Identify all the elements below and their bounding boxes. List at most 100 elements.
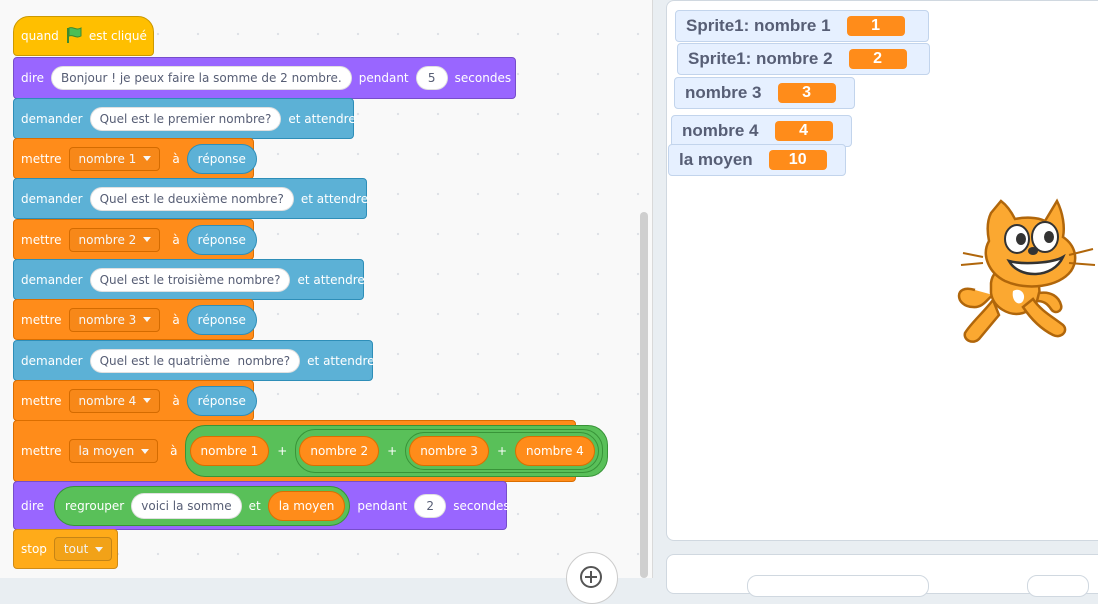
- scratch-cat-sprite[interactable]: [953, 195, 1098, 350]
- variable-dropdown[interactable]: nombre 1: [68, 146, 161, 171]
- monitor-label: Sprite1: nombre 1: [686, 16, 831, 35]
- variable-monitor[interactable]: Sprite1: nombre 1 1: [675, 10, 929, 42]
- stop-block[interactable]: stop tout: [13, 529, 118, 569]
- dropdown-value: nombre 1: [78, 151, 137, 166]
- answer-reporter[interactable]: réponse: [186, 224, 257, 255]
- monitor-label: nombre 4: [682, 121, 759, 140]
- say-secs-input[interactable]: 5: [415, 66, 448, 90]
- variable-dropdown[interactable]: nombre 2: [68, 227, 161, 252]
- variable-monitor[interactable]: nombre 3 3: [674, 77, 855, 109]
- ask-and-wait-block[interactable]: demander Quel est le troisième nombre? e…: [13, 259, 365, 300]
- set-variable-block[interactable]: mettre la moyen à nombre 1 + nombre 2 + …: [13, 420, 608, 482]
- ask-and-wait-block[interactable]: demander Quel est le quatrième nombre? e…: [13, 340, 375, 381]
- ask-and-wait-block[interactable]: demander Quel est le deuxième nombre? et…: [13, 178, 369, 219]
- monitor-value: 2: [848, 49, 907, 69]
- set-variable-block[interactable]: mettre nombre 1 à réponse: [13, 138, 257, 179]
- variable-reporter[interactable]: nombre 2: [299, 436, 380, 466]
- block-label: mettre: [21, 232, 62, 247]
- say-for-secs-block[interactable]: dire Bonjour ! je peux faire la somme de…: [13, 57, 516, 99]
- when-flag-clicked-block[interactable]: quand est cliqué: [13, 16, 154, 56]
- monitor-value: 10: [768, 150, 827, 170]
- block-label: mettre: [21, 151, 62, 166]
- stop-option-dropdown[interactable]: tout: [53, 537, 113, 561]
- set-variable-block[interactable]: mettre nombre 3 à réponse: [13, 299, 257, 340]
- panel-field[interactable]: [1027, 575, 1089, 597]
- monitor-value: 4: [774, 121, 833, 141]
- variable-reporter[interactable]: la moyen: [267, 490, 346, 521]
- monitor-label: Sprite1: nombre 2: [688, 49, 833, 68]
- say-secs-input[interactable]: 2: [414, 493, 447, 518]
- block-label: secondes: [454, 71, 512, 85]
- set-variable-block[interactable]: mettre nombre 4 à réponse: [13, 380, 257, 421]
- ask-and-wait-block[interactable]: demander Quel est le premier nombre? et …: [13, 98, 356, 139]
- set-variable-block[interactable]: mettre nombre 2 à réponse: [13, 219, 257, 260]
- monitor-label: nombre 3: [685, 83, 762, 102]
- ask-question-input[interactable]: Quel est le deuxième nombre?: [89, 186, 294, 211]
- say-for-secs-block[interactable]: dire regrouper voici la somme et la moye…: [13, 481, 510, 530]
- vertical-scrollbar[interactable]: [640, 212, 648, 578]
- block-label: mettre: [21, 393, 62, 408]
- answer-reporter[interactable]: réponse: [186, 385, 257, 416]
- add-operator[interactable]: nombre 1 + nombre 2 + nombre 3 + nombre …: [184, 425, 608, 477]
- block-label: demander: [21, 353, 83, 368]
- monitor-value: 3: [777, 83, 836, 103]
- block-label: à: [170, 444, 178, 458]
- variable-dropdown[interactable]: nombre 3: [68, 307, 161, 332]
- block-label: quand: [21, 29, 59, 43]
- say-message-input[interactable]: Bonjour ! je peux faire la somme de 2 no…: [51, 66, 352, 90]
- block-label: est cliqué: [88, 29, 147, 43]
- block-label: dire: [21, 498, 45, 513]
- variable-dropdown[interactable]: nombre 4: [68, 388, 161, 413]
- join-label: regrouper: [65, 498, 125, 513]
- block-label: et attendre: [288, 111, 356, 126]
- add-operator[interactable]: nombre 2 + nombre 3 + nombre 4: [295, 429, 603, 473]
- block-label: stop: [21, 542, 47, 556]
- block-label: et attendre: [300, 191, 369, 206]
- dropdown-value: tout: [63, 542, 89, 556]
- answer-reporter[interactable]: réponse: [186, 143, 257, 174]
- block-label: pendant: [358, 71, 409, 85]
- add-operator[interactable]: nombre 3 + nombre 4: [405, 432, 599, 470]
- caret-down-icon: [143, 156, 152, 161]
- block-label: à: [172, 393, 180, 408]
- ask-question-input[interactable]: Quel est le premier nombre?: [89, 106, 282, 131]
- variable-monitor[interactable]: nombre 4 4: [671, 115, 852, 147]
- block-label: mettre: [21, 444, 62, 458]
- plus-label: +: [496, 444, 508, 458]
- variable-reporter[interactable]: nombre 3: [409, 436, 489, 466]
- ask-question-input[interactable]: Quel est le quatrième nombre?: [89, 348, 301, 373]
- sprite-info-panel: [666, 554, 1098, 597]
- and-label: et: [248, 498, 261, 513]
- variable-monitor[interactable]: Sprite1: nombre 2 2: [677, 43, 930, 75]
- caret-down-icon: [95, 546, 104, 552]
- block-label: pendant: [357, 498, 408, 513]
- block-label: secondes: [453, 498, 510, 513]
- block-label: et attendre: [307, 353, 375, 368]
- answer-reporter[interactable]: réponse: [186, 304, 257, 335]
- block-label: mettre: [21, 312, 62, 327]
- block-label: demander: [21, 191, 83, 206]
- block-label: demander: [21, 111, 83, 126]
- variable-reporter[interactable]: nombre 1: [189, 436, 270, 466]
- code-area[interactable]: quand est cliqué dire Bonjour ! je peux …: [0, 0, 653, 604]
- panel-field[interactable]: [747, 575, 929, 597]
- block-label: demander: [21, 272, 83, 287]
- block-label: à: [172, 312, 180, 327]
- variable-dropdown[interactable]: la moyen: [68, 439, 159, 463]
- dropdown-value: la moyen: [78, 444, 135, 458]
- caret-down-icon: [141, 448, 150, 454]
- variable-monitor[interactable]: la moyen 10: [668, 144, 846, 176]
- caret-down-icon: [143, 398, 152, 403]
- monitor-value: 1: [846, 16, 905, 36]
- join-operator[interactable]: regrouper voici la somme et la moyen: [54, 485, 351, 526]
- green-flag-icon: [65, 26, 83, 47]
- block-label: à: [172, 151, 180, 166]
- variable-reporter[interactable]: nombre 4: [515, 436, 595, 466]
- join-text-input[interactable]: voici la somme: [131, 492, 242, 519]
- block-label: dire: [21, 71, 45, 85]
- plus-label: +: [387, 444, 398, 458]
- plus-label: +: [277, 444, 288, 458]
- ask-question-input[interactable]: Quel est le troisième nombre?: [89, 267, 291, 292]
- zoom-in-button[interactable]: [566, 552, 618, 604]
- block-label: et attendre: [297, 272, 365, 287]
